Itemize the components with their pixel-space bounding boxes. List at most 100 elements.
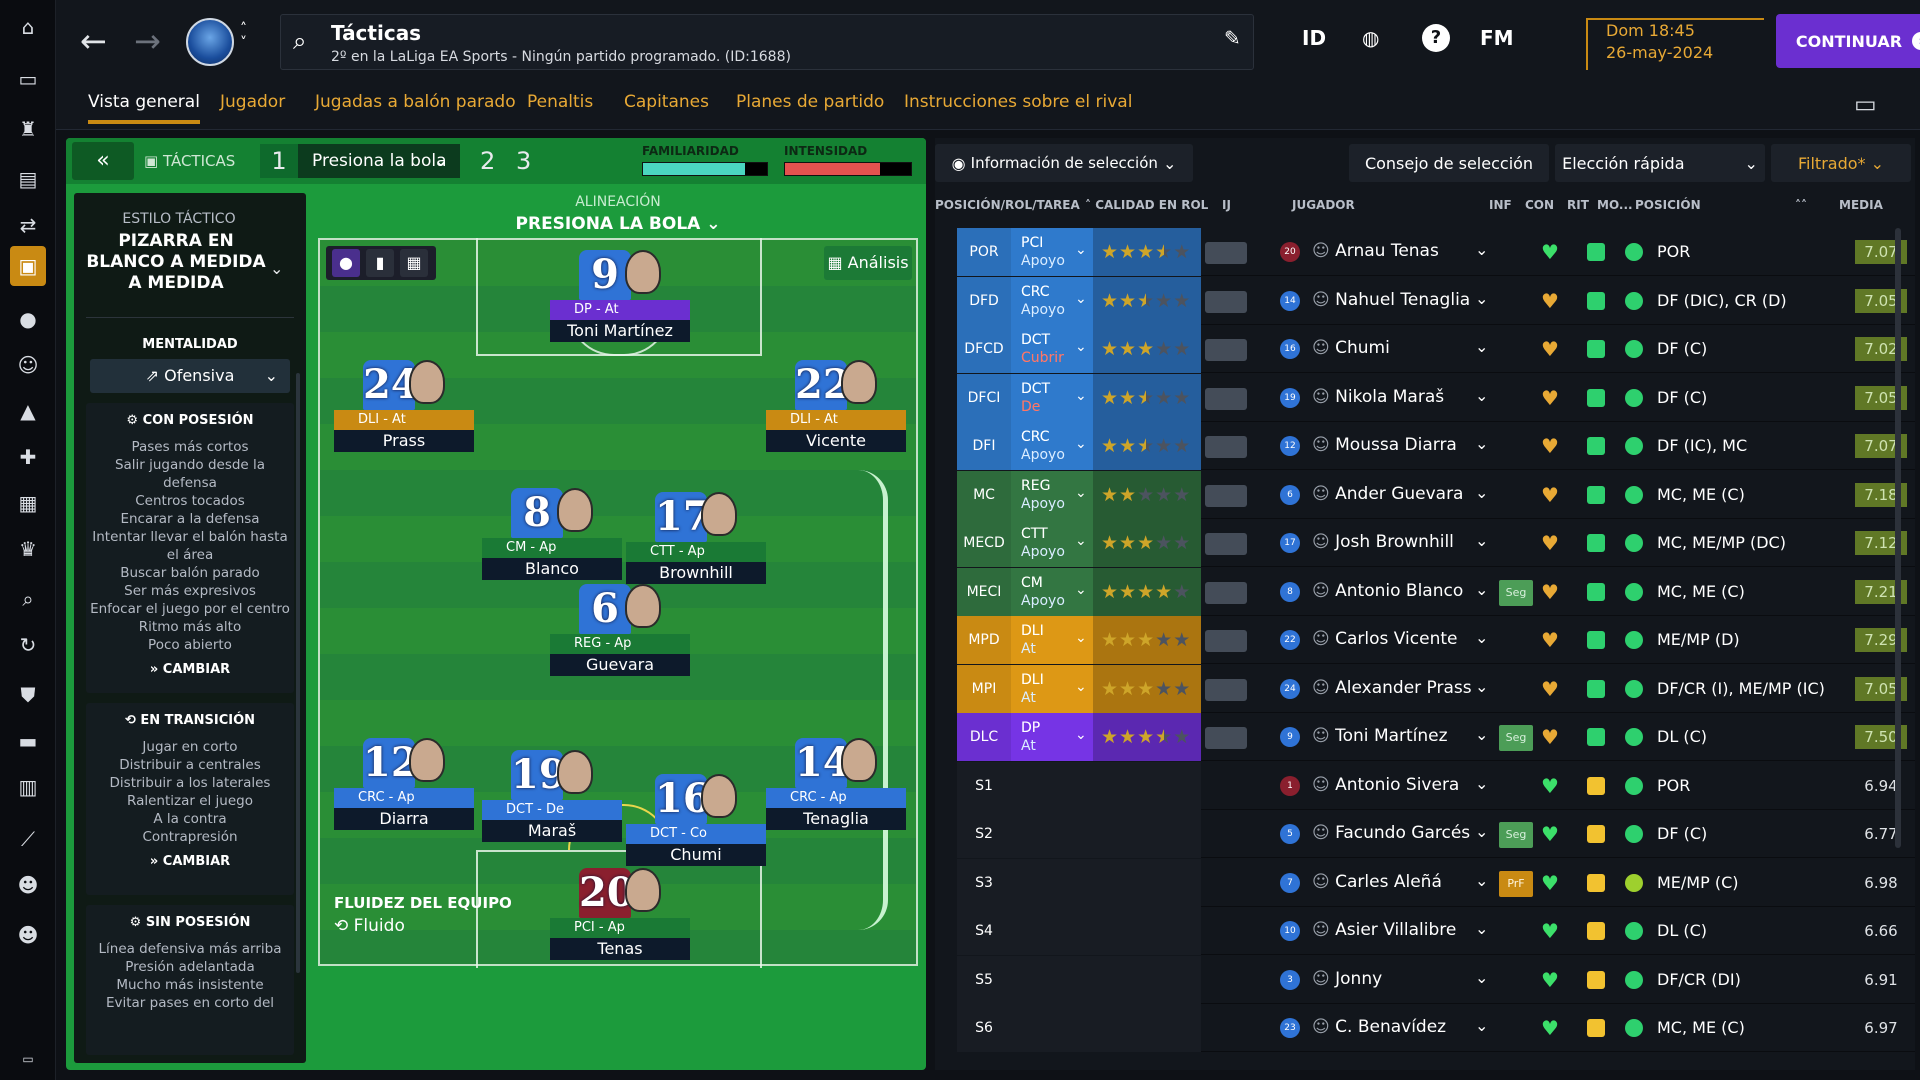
table-row[interactable]: MECI CM Apoyo ⌄ ★ ★ ★ ★ ★ 8 ☺ Antonio Blanco ⌄ Seg ♥ M… [957,567,1915,616]
reserves-icon[interactable]: ☻ [15,922,41,948]
tactics-icon[interactable]: ▣ [10,246,46,286]
monitor-icon[interactable]: ▭ [1854,90,1877,118]
col-header-position[interactable]: POSICIÓN [1635,198,1701,212]
trophy-icon[interactable]: ♛ [15,536,41,562]
ball-icon[interactable]: ● [15,306,41,332]
alignment-dropdown[interactable]: PRESIONA LA BOLA ⌄ [318,214,918,234]
player-token[interactable]: 17 CTT - Ap Brownhill [626,492,766,584]
player-name[interactable]: ☺ Josh Brownhill [1312,532,1454,552]
table-row[interactable]: MC REG Apoyo ⌄ ★ ★ ★ ★ ★ 6 ☺ Ander Guevara ⌄ ♥ MC, ME… [957,470,1915,519]
chevron-down-icon[interactable]: ⌄ [1475,531,1488,550]
chevron-down-icon[interactable]: ⌄ [1475,677,1488,696]
tab-planes-de-partido[interactable]: Planes de partido [736,92,884,112]
col-header-inf[interactable]: INF [1489,198,1512,212]
analysis-button[interactable]: ▦ Análisis [824,246,912,280]
table-row[interactable]: MECD CTT Apoyo ⌄ ★ ★ ★ ★ ★ 17 ☺ Josh Brownhill ⌄ ♥ MC… [957,519,1915,567]
change-in-possession-button[interactable]: » CAMBIAR [86,662,294,677]
chevron-down-icon[interactable]: ⌄ [1475,919,1488,938]
chevron-down-icon[interactable]: ⌄ [1475,822,1488,841]
tactic-slot-2[interactable]: 2 [480,144,495,178]
selection-advice-button[interactable]: Consejo de selección [1349,144,1549,182]
col-header-rit[interactable]: RIT [1567,198,1589,212]
player-name[interactable]: ☺ Antonio Sivera [1312,775,1459,795]
chevron-down-icon[interactable]: ⌄ [1075,727,1087,743]
table-row[interactable]: S4 10 ☺ Asier Villalibre ⌄ ♥ DL (C) 6.66 [957,907,1915,955]
player-name[interactable]: ☺ Jonny [1312,969,1382,989]
tab-jugador[interactable]: Jugador [220,92,285,112]
player-name[interactable]: ☺ Arnau Tenas [1312,241,1439,261]
change-transition-button[interactable]: » CAMBIAR [86,854,294,869]
chevron-down-icon[interactable]: ⌄ [1075,388,1087,404]
player-name[interactable]: ☺ Antonio Blanco [1312,581,1463,601]
id-button[interactable]: ID [1302,26,1326,50]
chevron-down-icon[interactable]: ⌄ [1475,289,1488,308]
player-token[interactable]: 24 DLI - At Prass [334,360,474,452]
tab-instrucciones-rival[interactable]: Instrucciones sobre el rival [904,92,1132,112]
col-header-player[interactable]: JUGADOR [1292,198,1355,212]
player-token[interactable]: 6 REG - Ap Guevara [550,584,690,676]
home-icon[interactable]: ⌂ [15,14,41,40]
inbox-icon[interactable]: ▭ [15,66,41,92]
medical-icon[interactable]: ✚ [15,444,41,470]
chevron-down-icon[interactable]: ⌄ [1075,533,1087,549]
table-row[interactable]: S2 5 ☺ Facundo Garcés ⌄ Seg ♥ DF (C) 6.77 [957,810,1915,858]
table-row[interactable]: DLC DP At ⌄ ★ ★ ★ ★ ★ 9 ☺ Toni Martínez ⌄ Seg ♥ DL (C)… [957,713,1915,761]
graph-icon[interactable]: ⟋ [15,826,41,852]
player-token[interactable]: 22 DLI - At Vicente [766,360,906,452]
help-button[interactable]: ? [1422,24,1450,52]
col-header-role[interactable]: POSICIÓN/ROL/TAREA [935,198,1080,212]
chevron-down-icon[interactable]: ⌄ [1075,485,1087,501]
chevron-down-icon[interactable]: ⌄ [1075,291,1087,307]
chevron-down-icon[interactable]: ⌄ [1075,339,1087,355]
tactic-slot-1[interactable]: 1 [260,144,298,178]
player-name[interactable]: ☺ Facundo Garcés [1312,823,1470,843]
style-name[interactable]: PIZARRA EN BLANCO A MEDIDA A MEDIDA [86,231,266,294]
table-row[interactable]: S5 3 ☺ Jonny ⌄ ♥ DF/CR (DI) 6.91 [957,955,1915,1004]
row-role[interactable] [1011,1004,1093,1052]
chevron-down-icon[interactable]: ⌄ [1475,968,1488,987]
player-role[interactable]: CRC - Ap [334,788,474,808]
player-role[interactable]: CTT - Ap [626,542,766,562]
player-token[interactable]: 14 CRC - Ap Tenaglia [766,738,906,830]
col-header-media[interactable]: MEDIA [1839,198,1883,212]
table-row[interactable]: MPD DLI At ⌄ ★ ★ ★ ★ ★ 22 ☺ Carlos Vicente ⌄ ♥ ME/MP … [957,616,1915,664]
world-ball-icon[interactable]: ◍ [1362,26,1379,50]
table-scrollbar[interactable] [1895,228,1901,848]
chevron-down-icon[interactable]: ⌄ [1075,242,1087,258]
youth-icon[interactable]: ☻ [15,872,41,898]
tab-penaltis[interactable]: Penaltis [527,92,593,112]
player-name[interactable]: ☺ Carlos Vicente [1312,629,1458,649]
col-header-ij[interactable]: IJ [1222,198,1231,212]
player-name[interactable]: ☺ Nikola Maraš [1312,387,1444,407]
chevron-down-icon[interactable]: ⌄ [1475,386,1488,405]
player-name[interactable]: ☺ Alexander Prass [1312,678,1472,698]
table-row[interactable]: S1 1 ☺ Antonio Sivera ⌄ ♥ POR 6.94 [957,761,1915,810]
filter-dropdown[interactable]: Filtrado* ⌄ [1771,144,1911,182]
row-role[interactable] [1011,761,1093,810]
tactic-slot-3[interactable]: 3 [516,144,531,178]
table-row[interactable]: DFI CRC Apoyo ⌄ ★ ★ ★ ★ ★ 12 ☺ Moussa Diarra ⌄ ♥ DF (… [957,422,1915,470]
player-name[interactable]: ☺ Carles Aleñá [1312,872,1442,892]
tab-capitanes[interactable]: Capitanes [624,92,709,112]
player-token[interactable]: 12 CRC - Ap Diarra [334,738,474,830]
continue-button[interactable]: CONTINUAR › [1776,14,1920,68]
search-icon[interactable]: ⌕ [15,586,41,612]
player-token[interactable]: 19 DCT - De Maraš [482,750,622,842]
player-name[interactable]: ☺ Moussa Diarra [1312,435,1457,455]
club-crest[interactable] [186,18,234,66]
chevron-down-icon[interactable]: ⌄ [1475,628,1488,647]
player-name[interactable]: ☺ Ander Guevara [1312,484,1463,504]
row-role[interactable] [1011,907,1093,955]
col-header-quality[interactable]: ˄ CALIDAD EN ROL [1085,198,1208,212]
mentality-dropdown[interactable]: ⇗ Ofensiva ⌄ [90,359,290,393]
fm-menu-button[interactable]: FM [1480,26,1514,50]
chevron-down-icon[interactable]: ⌄ [270,259,283,278]
col-header-mo[interactable]: MO... [1597,198,1633,212]
info-view-icon[interactable]: ● [332,249,360,277]
chevron-down-icon[interactable]: ⌄ [1075,582,1087,598]
player-role[interactable]: PCI - Ap [550,918,690,938]
col-header-con[interactable]: CON [1525,198,1554,212]
chevron-down-icon[interactable]: ⌄ [1475,337,1488,356]
table-row[interactable]: POR PCI Apoyo ⌄ ★ ★ ★ ★ ★ 20 ☺ Arnau Tenas ⌄ ♥ POR 7.0… [957,228,1915,276]
stats-view-icon[interactable]: ▮ [366,249,394,277]
